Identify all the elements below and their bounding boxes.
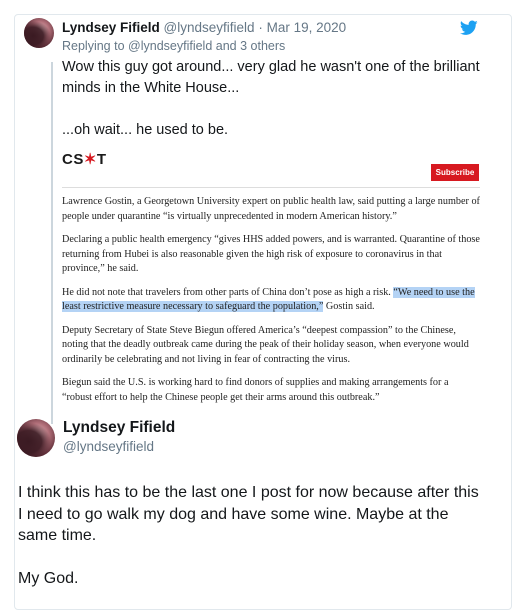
article-text: He did not note that travelers from othe…: [62, 286, 394, 298]
replying-to: Replying to @lyndseyfifield and 3 others: [62, 39, 285, 53]
article-paragraph: Deputy Secretary of State Steve Biegun o…: [62, 324, 469, 365]
article-paragraph: Declaring a public health emergency “giv…: [62, 234, 480, 274]
article-screenshot[interactable]: CS✶T Subscribe Lawrence Gostin, a George…: [62, 150, 480, 412]
tweet-text: I think this has to be the last one I po…: [18, 482, 483, 590]
avatar[interactable]: [24, 18, 54, 48]
avatar[interactable]: [17, 419, 55, 457]
article-divider: [62, 187, 480, 188]
subscribe-button[interactable]: Subscribe: [431, 164, 479, 181]
article-paragraph: Lawrence Gostin, a Georgetown University…: [62, 196, 480, 222]
separator-dot: ·: [258, 20, 263, 35]
publication-logo: CS✶T: [62, 150, 107, 168]
tweet-text-line: My God.: [18, 570, 79, 587]
article-paragraph: Biegun said the U.S. is working hard to …: [62, 377, 449, 403]
thread-connector-line: [51, 62, 53, 424]
article-paragraph: He did not note that travelers from othe…: [62, 286, 480, 315]
article-body: Lawrence Gostin, a Georgetown University…: [62, 195, 480, 414]
tweet-text-line: Wow this guy got around... very glad he …: [62, 59, 480, 96]
reply-others[interactable]: and 3 others: [216, 39, 286, 53]
reply-prefix: Replying to: [62, 39, 125, 53]
tweet-text: Wow this guy got around... very glad he …: [62, 57, 482, 141]
author-handle[interactable]: @lyndseyfifield: [164, 20, 255, 35]
logo-star-icon: ✶: [83, 151, 97, 168]
tweet-header: Lyndsey Fifield @lyndseyfifield · Mar 19…: [62, 20, 346, 36]
twitter-bird-icon[interactable]: [460, 20, 478, 36]
tweet-text-line: I think this has to be the last one I po…: [18, 484, 479, 544]
tweet-text-line: ...oh wait... he used to be.: [62, 122, 229, 138]
logo-text: CS: [62, 151, 84, 168]
reply-mention-link[interactable]: @lyndseyfifield: [128, 39, 212, 53]
tweet-date[interactable]: Mar 19, 2020: [267, 20, 347, 35]
author-name[interactable]: Lyndsey Fifield: [63, 419, 175, 437]
author-handle[interactable]: @lyndseyfifield: [63, 439, 154, 454]
logo-text: T: [96, 151, 107, 168]
article-text: Gostin said.: [323, 301, 375, 312]
author-name[interactable]: Lyndsey Fifield: [62, 20, 160, 35]
